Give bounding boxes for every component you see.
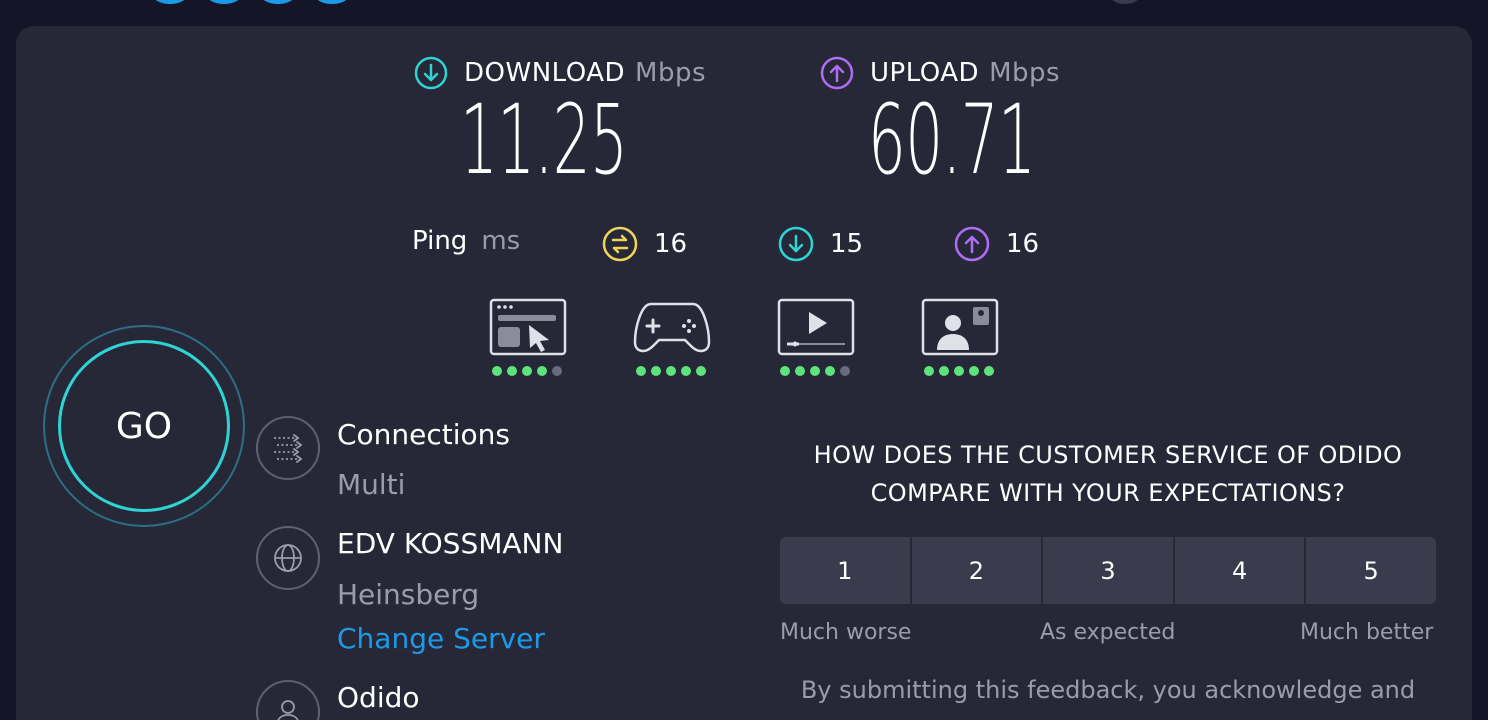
rating-dot xyxy=(795,366,805,376)
rating-dot xyxy=(636,366,646,376)
ping-download: 15 xyxy=(778,226,863,262)
rating-dot xyxy=(924,366,934,376)
connections-value[interactable]: Multi xyxy=(337,468,405,501)
rating-dot xyxy=(537,366,547,376)
rating-dot xyxy=(969,366,979,376)
rating-option-5[interactable]: 5 xyxy=(1306,537,1436,604)
ping-idle-value: 16 xyxy=(654,229,688,259)
rating-dot xyxy=(954,366,964,376)
survey-question-line2: COMPARE WITH YOUR EXPECTATIONS? xyxy=(870,479,1346,507)
nav-icon[interactable] xyxy=(153,0,187,4)
rating-dot xyxy=(840,366,850,376)
top-nav-strip xyxy=(0,0,1488,26)
results-panel xyxy=(16,26,1472,720)
rating-option-3[interactable]: 3 xyxy=(1043,537,1173,604)
browsing-icon xyxy=(489,298,567,356)
rating-scale: 1 2 3 4 5 xyxy=(780,537,1436,604)
download-value: 11.25 xyxy=(460,84,628,196)
upload-icon xyxy=(820,56,854,90)
survey-question: HOW DOES THE CUSTOMER SERVICE OF ODIDO C… xyxy=(780,436,1436,512)
scale-low-label: Much worse xyxy=(780,620,912,645)
rating-dot xyxy=(939,366,949,376)
globe-icon xyxy=(256,526,320,590)
scale-mid-label: As expected xyxy=(1040,620,1176,645)
gaming-icon xyxy=(633,302,711,353)
change-server-link[interactable]: Change Server xyxy=(337,622,545,655)
rating-dot xyxy=(522,366,532,376)
nav-icon[interactable] xyxy=(315,0,349,4)
ping-unit: ms xyxy=(481,226,521,256)
download-latency-icon xyxy=(778,226,814,262)
feedback-disclaimer: By submitting this feedback, you acknowl… xyxy=(800,676,1416,704)
ping-upload-value: 16 xyxy=(1006,229,1040,259)
nav-icon[interactable] xyxy=(1110,0,1140,4)
rating-dot xyxy=(666,366,676,376)
ping-label: Ping xyxy=(412,226,468,256)
video-call-icon xyxy=(921,298,999,356)
streaming-icon xyxy=(777,298,855,356)
streaming-rating xyxy=(780,366,850,376)
ping-header: Ping ms xyxy=(412,226,520,256)
rating-dot xyxy=(780,366,790,376)
rating-dot xyxy=(825,366,835,376)
rating-dot xyxy=(984,366,994,376)
nav-icon[interactable] xyxy=(207,0,241,4)
rating-option-2[interactable]: 2 xyxy=(911,537,1042,604)
rating-dot xyxy=(696,366,706,376)
ping-download-value: 15 xyxy=(830,229,864,259)
upload-latency-icon xyxy=(954,226,990,262)
rating-dot xyxy=(552,366,562,376)
gaming-rating xyxy=(636,366,706,376)
download-unit: Mbps xyxy=(635,58,707,88)
rating-dot xyxy=(651,366,661,376)
rating-dot xyxy=(492,366,502,376)
upload-value: 60.71 xyxy=(868,84,1036,196)
rating-option-1[interactable]: 1 xyxy=(780,537,910,604)
scale-high-label: Much better xyxy=(1300,620,1434,645)
download-icon xyxy=(414,56,448,90)
connections-title: Connections xyxy=(337,418,511,451)
rating-option-4[interactable]: 4 xyxy=(1174,537,1305,604)
browsing-rating xyxy=(492,366,562,376)
go-button[interactable]: GO xyxy=(58,340,230,512)
ping-upload: 16 xyxy=(954,226,1039,262)
server-name: EDV KOSSMANN xyxy=(337,527,564,560)
ping-idle: 16 xyxy=(602,226,687,262)
nav-icon[interactable] xyxy=(261,0,295,4)
rating-dot xyxy=(681,366,691,376)
rating-dot xyxy=(507,366,517,376)
rating-dot xyxy=(810,366,820,376)
connections-icon[interactable] xyxy=(256,416,320,480)
survey-question-line1: HOW DOES THE CUSTOMER SERVICE OF ODIDO xyxy=(813,441,1403,469)
video-call-rating xyxy=(924,366,994,376)
server-location: Heinsberg xyxy=(337,578,480,611)
idle-latency-icon xyxy=(602,226,638,262)
provider-name: Odido xyxy=(337,681,420,714)
